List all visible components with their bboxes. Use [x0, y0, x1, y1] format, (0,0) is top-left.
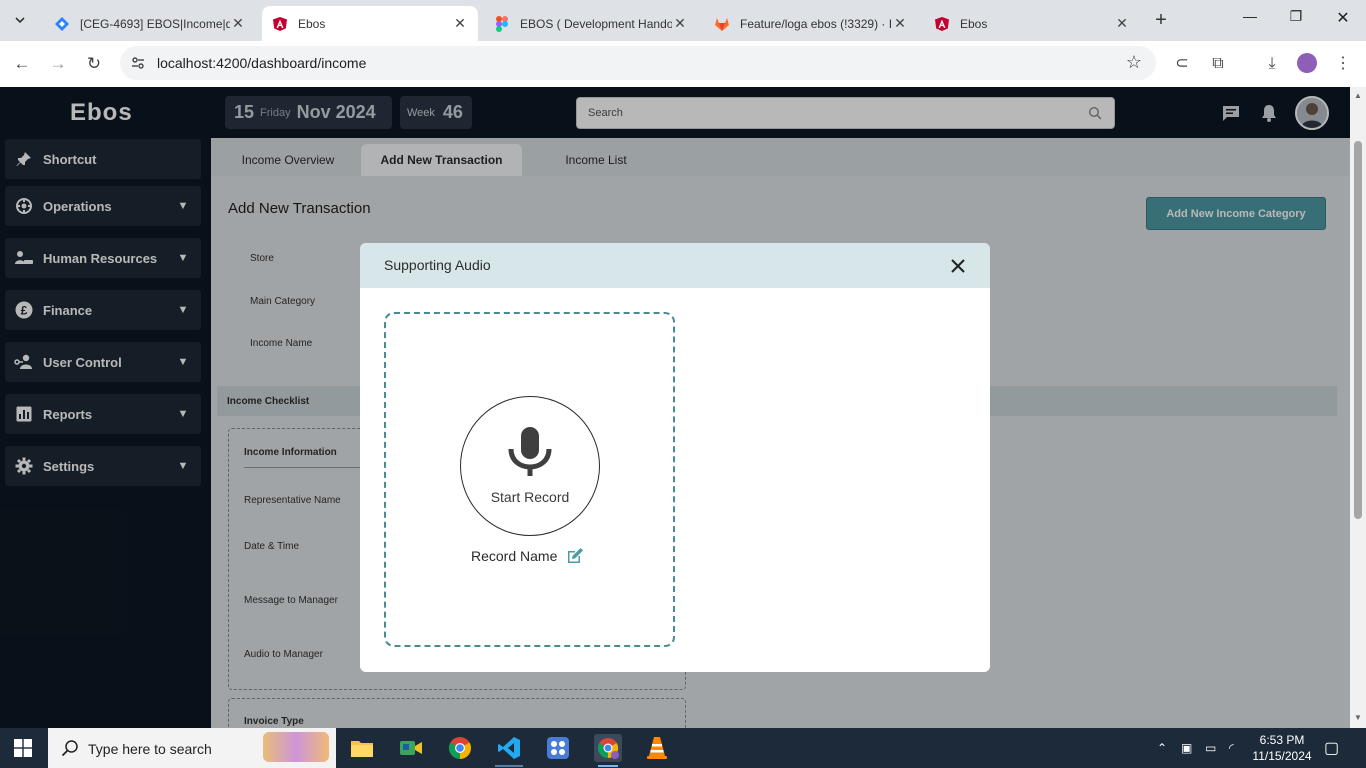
browser-profile-avatar[interactable] [1297, 53, 1317, 73]
active-app-indicator [598, 765, 618, 767]
tool-app-icon[interactable] [544, 734, 572, 762]
figma-icon [494, 15, 510, 32]
chevron-down-icon [15, 17, 25, 24]
site-info-icon[interactable] [130, 55, 146, 71]
running-app-indicator [495, 765, 523, 767]
extensions-puzzle-icon[interactable]: ⧉ [1206, 52, 1230, 76]
clock-time: 6:53 PM [1259, 733, 1305, 747]
window-close-button[interactable]: ✕ [1331, 8, 1355, 28]
wifi-icon[interactable]: ◜ [1229, 741, 1234, 755]
new-tab-button[interactable]: + [1150, 9, 1172, 32]
angular-icon [934, 16, 950, 32]
browser-menu-icon[interactable]: ⋮ [1331, 52, 1355, 76]
microphone-icon [508, 427, 552, 476]
search-icon [61, 740, 78, 757]
chrome-profile-icon[interactable] [594, 734, 622, 762]
scroll-down-arrow-icon[interactable]: ▼ [1354, 713, 1362, 722]
browser-tab-title: Ebos [298, 16, 326, 31]
audio-recorder-card: Start Record Record Name [384, 312, 675, 647]
meet-now-icon[interactable] [397, 734, 425, 762]
browser-tab-ebos[interactable]: Ebos ✕ [924, 6, 1140, 41]
modal-header: Supporting Audio [360, 243, 990, 288]
browser-tab-figma[interactable]: EBOS ( Development Handoff ✕ [484, 6, 698, 41]
browser-tab-jira[interactable]: [CEG-4693] EBOS|Income|de ✕ [44, 6, 256, 41]
search-highlight-image [263, 732, 329, 762]
browser-tab-ebos-active[interactable]: Ebos ✕ [262, 6, 478, 41]
back-button[interactable]: ← [10, 52, 34, 76]
browser-tab-title: [CEG-4693] EBOS|Income|de [80, 16, 230, 31]
file-explorer-icon[interactable] [348, 734, 376, 762]
vlc-icon[interactable] [643, 734, 671, 762]
close-icon[interactable]: ✕ [452, 15, 468, 32]
record-name: Record Name [471, 547, 584, 565]
restore-button[interactable]: ❐ [1284, 8, 1308, 25]
windows-taskbar: Type here to search ⌃ ▣ ▭ ◜ 6:53 PM 11/1… [0, 728, 1366, 768]
forward-button[interactable]: → [46, 52, 70, 76]
tray-overflow-chevron-icon[interactable]: ⌃ [1157, 741, 1167, 755]
browser-tab-title: Feature/loga ebos (!3329) · I [740, 16, 892, 31]
taskbar-search-input[interactable]: Type here to search [48, 728, 336, 768]
windows-start-icon[interactable] [14, 739, 32, 757]
angular-icon [272, 16, 288, 32]
chrome-icon[interactable] [446, 734, 474, 762]
power-icon[interactable]: ▭ [1205, 741, 1216, 755]
extension-c-icon[interactable]: ⊂ [1170, 52, 1194, 76]
browser-tab-title: EBOS ( Development Handoff [520, 16, 672, 31]
clock-date: 11/15/2024 [1252, 749, 1312, 763]
browser-tab-strip: [CEG-4693] EBOS|Income|de ✕ Ebos ✕ EBOS … [0, 0, 1366, 41]
modal-title: Supporting Audio [384, 257, 491, 273]
start-record-button[interactable]: Start Record [460, 396, 600, 536]
taskbar-search-placeholder: Type here to search [88, 741, 212, 757]
url-text: localhost:4200/dashboard/income [157, 55, 367, 71]
notifications-icon[interactable]: ▢ [1324, 738, 1339, 758]
address-bar[interactable]: localhost:4200/dashboard/income ☆ [120, 46, 1156, 80]
close-icon[interactable] [948, 256, 968, 276]
browser-tab-gitlab[interactable]: Feature/loga ebos (!3329) · I ✕ [704, 6, 918, 41]
edit-icon[interactable] [566, 547, 584, 565]
close-icon[interactable]: ✕ [892, 15, 908, 32]
tray-app-icon[interactable]: ▣ [1181, 741, 1192, 755]
vscode-icon[interactable] [495, 734, 523, 762]
reload-button[interactable]: ↻ [82, 52, 106, 76]
tab-search-button[interactable] [8, 8, 32, 32]
scroll-up-arrow-icon[interactable]: ▲ [1354, 91, 1362, 100]
page-scrollbar[interactable]: ▲ ▼ [1350, 87, 1366, 728]
browser-toolbar: ← → ↻ localhost:4200/dashboard/income ☆ … [0, 41, 1366, 87]
record-name-label: Record Name [471, 548, 558, 564]
gitlab-icon [714, 16, 730, 32]
minimize-button[interactable]: — [1238, 8, 1262, 24]
close-icon[interactable]: ✕ [1114, 15, 1130, 32]
close-icon[interactable]: ✕ [230, 15, 246, 32]
start-record-label: Start Record [490, 489, 570, 505]
scrollbar-thumb[interactable] [1354, 141, 1362, 519]
jira-icon [54, 16, 70, 32]
browser-tab-title: Ebos [960, 16, 988, 31]
close-icon[interactable]: ✕ [672, 15, 688, 32]
download-icon[interactable]: ⤓ [1260, 52, 1284, 76]
supporting-audio-modal: Supporting Audio Start Record Record Nam… [360, 243, 990, 672]
bookmark-star-icon[interactable]: ☆ [1126, 52, 1142, 73]
taskbar-clock[interactable]: 6:53 PM 11/15/2024 [1246, 732, 1318, 764]
